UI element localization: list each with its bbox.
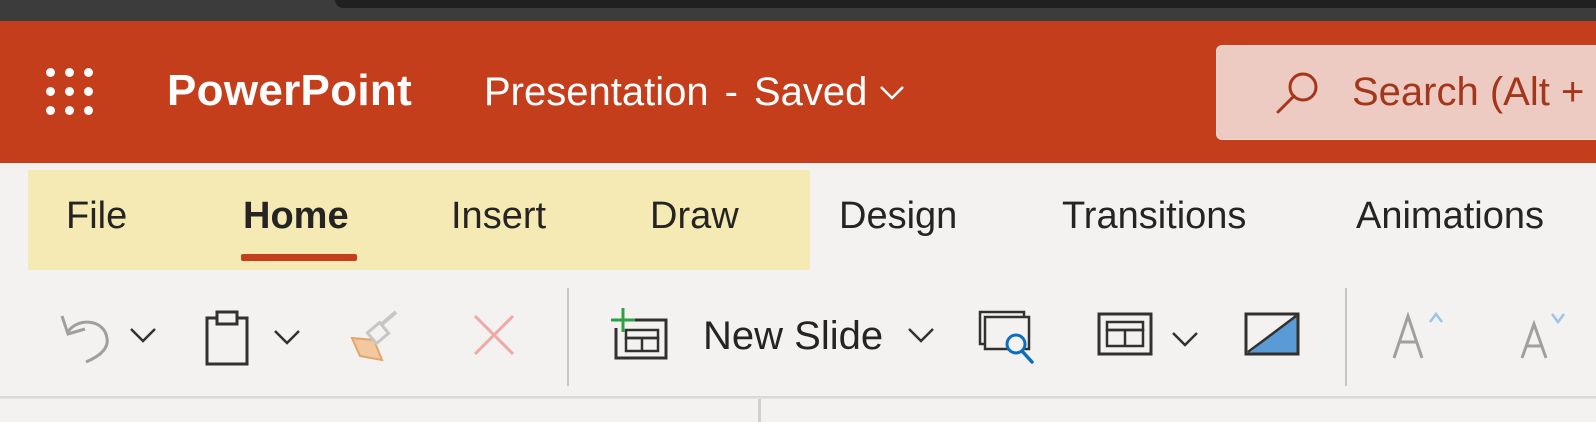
browser-top-strip bbox=[0, 0, 1596, 21]
tab-design[interactable]: Design bbox=[839, 195, 957, 238]
document-status: Saved bbox=[753, 70, 868, 114]
tab-home[interactable]: Home bbox=[243, 195, 349, 238]
document-title-button[interactable]: Presentation - Saved bbox=[484, 70, 905, 115]
undo-chevron-down-icon[interactable] bbox=[128, 326, 158, 346]
tab-insert[interactable]: Insert bbox=[451, 195, 546, 238]
background-icon[interactable] bbox=[1244, 312, 1302, 358]
layout-icon[interactable] bbox=[1097, 312, 1155, 358]
app-launcher-icon[interactable] bbox=[46, 68, 94, 116]
pane-divider[interactable] bbox=[758, 399, 761, 422]
tab-file[interactable]: File bbox=[66, 195, 127, 238]
browser-tab-shape bbox=[335, 0, 1596, 8]
app-name[interactable]: PowerPoint bbox=[167, 66, 412, 116]
undo-icon[interactable] bbox=[58, 308, 116, 366]
document-name: Presentation bbox=[484, 70, 709, 114]
format-painter-icon[interactable] bbox=[348, 310, 404, 362]
ribbon-divider bbox=[567, 288, 569, 386]
decrease-font-icon[interactable] bbox=[1518, 310, 1578, 360]
paste-chevron-down-icon[interactable] bbox=[272, 328, 302, 348]
chevron-down-icon bbox=[880, 85, 905, 100]
tab-draw[interactable]: Draw bbox=[650, 195, 739, 238]
layout-chevron-down-icon[interactable] bbox=[1170, 330, 1200, 350]
delete-icon[interactable] bbox=[472, 313, 516, 357]
new-slide-chevron-down-icon[interactable] bbox=[906, 326, 936, 346]
search-icon bbox=[1276, 72, 1318, 114]
editor-area bbox=[0, 399, 1596, 422]
new-slide-label[interactable]: New Slide bbox=[703, 314, 883, 359]
increase-font-icon[interactable] bbox=[1390, 310, 1450, 360]
reuse-slides-icon[interactable] bbox=[978, 310, 1038, 366]
new-slide-icon[interactable] bbox=[610, 308, 670, 360]
tab-animations[interactable]: Animations bbox=[1356, 195, 1544, 238]
document-separator: - bbox=[724, 70, 738, 114]
ribbon-divider-2 bbox=[1345, 288, 1347, 386]
active-tab-indicator bbox=[241, 254, 357, 261]
tab-transitions[interactable]: Transitions bbox=[1062, 195, 1246, 238]
search-placeholder: Search (Alt + Q) bbox=[1352, 70, 1596, 114]
search-box[interactable]: Search (Alt + Q) bbox=[1216, 45, 1596, 140]
paste-icon[interactable] bbox=[204, 310, 250, 366]
